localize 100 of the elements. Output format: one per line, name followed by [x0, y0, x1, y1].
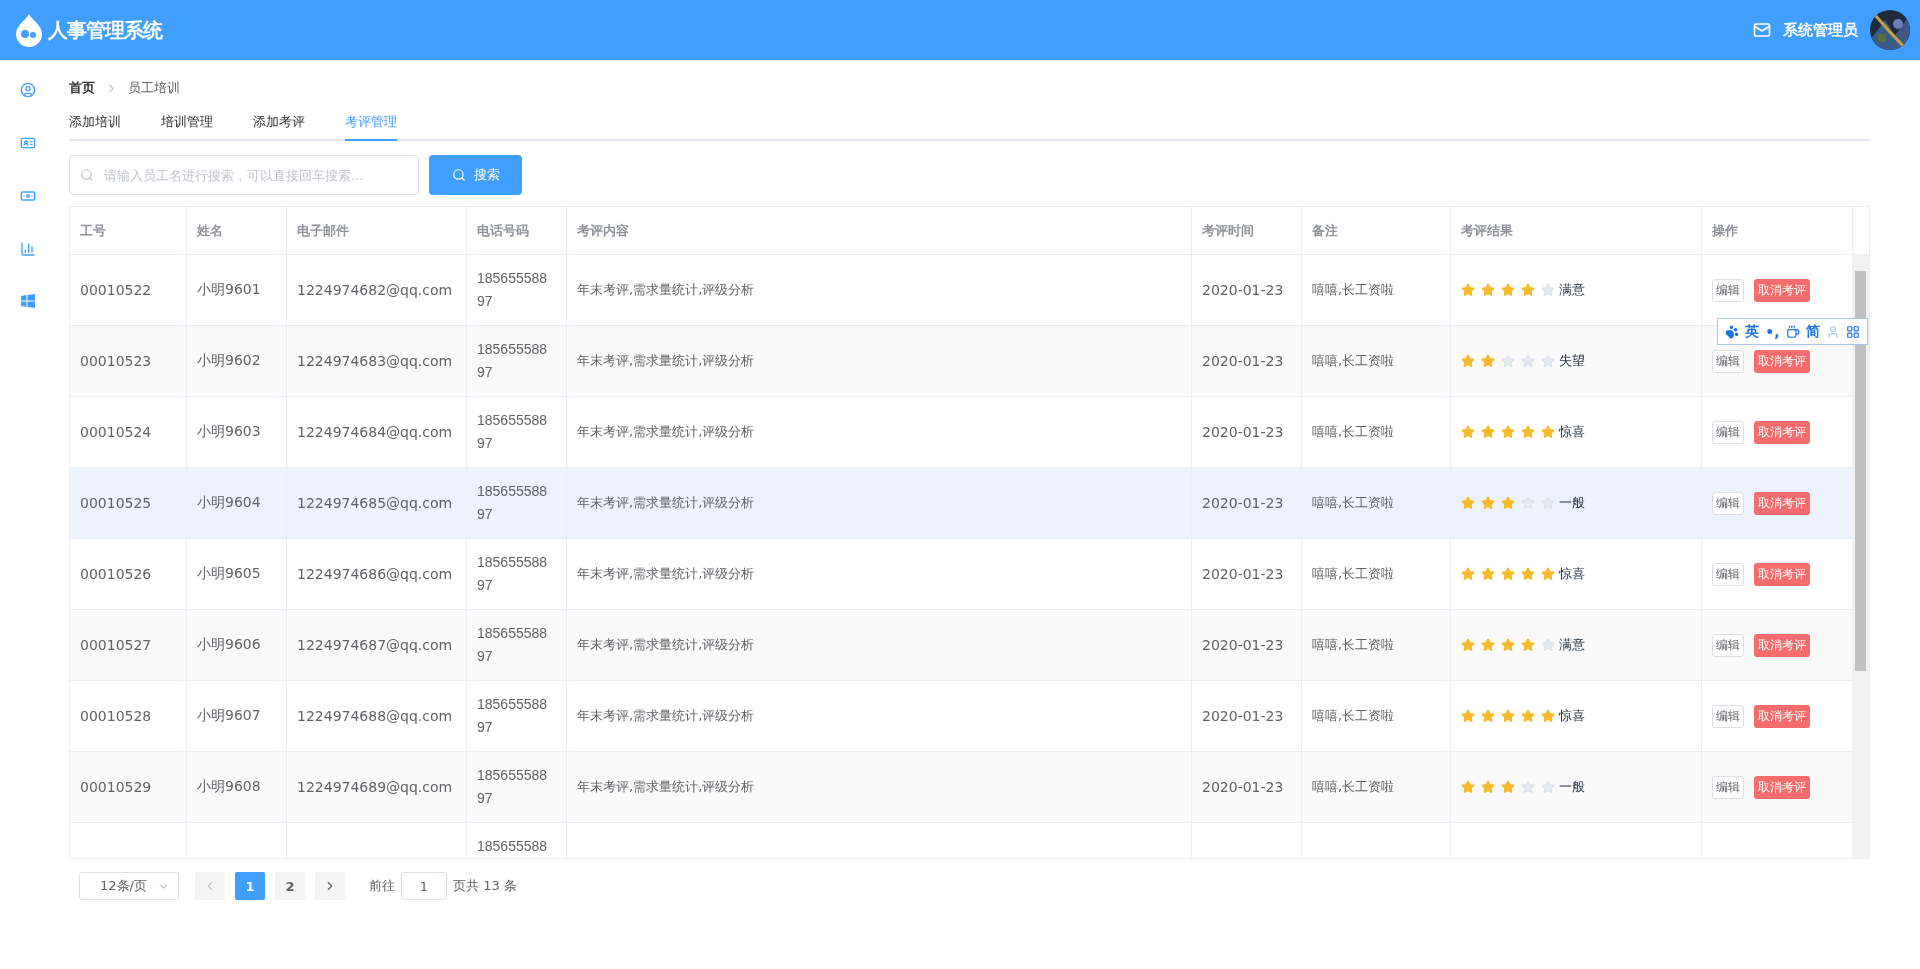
cancel-button[interactable]: 取消考评	[1754, 420, 1810, 444]
app-title: 人事管理系统	[48, 16, 162, 44]
table-cell: 1224974683@qq.com	[297, 353, 453, 369]
table-cell: 2020-01-23	[1202, 779, 1284, 795]
edit-button[interactable]: 编辑	[1712, 491, 1744, 515]
table-cell: 嘻嘻,长工资啦	[1312, 494, 1395, 512]
table-cell: 1224974684@qq.com	[297, 424, 453, 440]
edit-button[interactable]: 编辑	[1712, 704, 1744, 728]
table-cell: 嘻嘻,长工资啦	[1312, 778, 1395, 796]
table-cell: 小明9601	[197, 281, 261, 299]
cancel-button[interactable]: 取消考评	[1754, 562, 1810, 586]
edit-button[interactable]: 编辑	[1712, 349, 1744, 373]
table-cell: 1224974688@qq.com	[297, 708, 453, 724]
rating-text: 满意	[1559, 636, 1585, 654]
table-cell: 1224974689@qq.com	[297, 779, 453, 795]
table-cell: 2020-01-23	[1202, 282, 1284, 298]
goto-input[interactable]: 1	[401, 872, 447, 900]
table-cell: 小明9603	[197, 423, 261, 441]
rating-text: 失望	[1559, 352, 1585, 370]
column-header: 工号	[70, 207, 187, 254]
table-cell: 2020-01-23	[1202, 566, 1284, 582]
cancel-button[interactable]: 取消考评	[1754, 491, 1810, 515]
table-cell: 年末考评,需求量统计,评级分析	[577, 423, 755, 441]
breadcrumb-item[interactable]: 首页	[69, 79, 95, 97]
tab[interactable]: 考评管理	[345, 113, 397, 141]
rating-text: 一般	[1559, 494, 1585, 512]
table-cell: 2020-01-23	[1202, 495, 1284, 511]
table-cell: 嘻嘻,长工资啦	[1312, 352, 1395, 370]
table-cell-text: 18565558897	[477, 624, 549, 666]
table-cell: 00010528	[80, 708, 152, 724]
table-cell-text: 18565558897	[477, 340, 549, 382]
edit-button[interactable]: 编辑	[1712, 775, 1744, 799]
edit-button[interactable]: 编辑	[1712, 633, 1744, 657]
table-cell: 嘻嘻,长工资啦	[1312, 636, 1395, 654]
table-cell: 嘻嘻,长工资啦	[1312, 281, 1395, 299]
table-cell: 小明9608	[197, 778, 261, 796]
column-header: 考评时间	[1192, 207, 1302, 254]
column-header: 电子邮件	[287, 207, 467, 254]
rating-text: 惊喜	[1559, 707, 1585, 725]
ime-script[interactable]: 简	[1805, 322, 1820, 341]
column-header: 姓名	[187, 207, 287, 254]
table-cell: 小明9604	[197, 494, 261, 512]
tab[interactable]: 添加考评	[253, 113, 305, 141]
cancel-button[interactable]: 取消考评	[1754, 704, 1810, 728]
table-cell: 小明9606	[197, 636, 261, 654]
tab[interactable]: 培训管理	[161, 113, 213, 141]
table-cell: 小明9607	[197, 707, 261, 725]
table-cell: 年末考评,需求量统计,评级分析	[577, 778, 755, 796]
search-field[interactable]: 请输入员工名进行搜索，可以直接回车搜索...	[69, 155, 419, 195]
goto-label: 前往	[369, 877, 395, 895]
page-size-select[interactable]: 12条/页	[79, 872, 179, 900]
page-button[interactable]: 2	[275, 872, 305, 900]
table-cell: 年末考评,需求量统计,评级分析	[577, 707, 755, 725]
ime-punctuation[interactable]: •,	[1765, 323, 1780, 340]
table-cell: 嘻嘻,长工资啦	[1312, 565, 1395, 583]
table-cell: 嘻嘻,长工资啦	[1312, 423, 1395, 441]
cancel-button[interactable]: 取消考评	[1754, 349, 1810, 373]
table-cell-text: 18565558897	[477, 553, 549, 595]
table-cell: 2020-01-23	[1202, 353, 1284, 369]
table-cell: 2020-01-23	[1202, 708, 1284, 724]
table-cell: 2020-01-23	[1202, 637, 1284, 653]
table-cell: 1224974685@qq.com	[297, 495, 453, 511]
table-cell: 00010523	[80, 353, 152, 369]
table-cell: 00010522	[80, 282, 152, 298]
breadcrumb-item: 员工培训	[128, 79, 180, 97]
table-cell-text: 185655588	[477, 837, 549, 856]
rating-text: 满意	[1559, 281, 1585, 299]
cancel-button[interactable]: 取消考评	[1754, 775, 1810, 799]
table-cell: 年末考评,需求量统计,评级分析	[577, 636, 755, 654]
cancel-button[interactable]: 取消考评	[1754, 278, 1810, 302]
total-count: 页共 13 条	[453, 877, 517, 895]
ime-language[interactable]: 英	[1745, 322, 1760, 341]
table-cell: 小明9602	[197, 352, 261, 370]
table-cell: 嘻嘻,长工资啦	[1312, 707, 1395, 725]
table-cell: 00010529	[80, 779, 152, 795]
column-header: 备注	[1302, 207, 1451, 254]
column-header: 考评结果	[1451, 207, 1702, 254]
table-cell: 00010526	[80, 566, 152, 582]
rating-text: 惊喜	[1559, 423, 1585, 441]
table-cell: 00010524	[80, 424, 152, 440]
table-cell: 年末考评,需求量统计,评级分析	[577, 352, 755, 370]
table-cell-text: 18565558897	[477, 766, 549, 808]
tab[interactable]: 添加培训	[69, 113, 121, 141]
column-header: 操作	[1702, 207, 1853, 254]
cancel-button[interactable]: 取消考评	[1754, 633, 1810, 657]
table-cell-text: 18565558897	[477, 411, 549, 453]
edit-button[interactable]: 编辑	[1712, 278, 1744, 302]
table-cell-text: 18565558897	[477, 482, 549, 524]
edit-button[interactable]: 编辑	[1712, 562, 1744, 586]
table-cell: 1224974686@qq.com	[297, 566, 453, 582]
table-cell: 年末考评,需求量统计,评级分析	[577, 281, 755, 299]
edit-button[interactable]: 编辑	[1712, 420, 1744, 444]
column-header: 电话号码	[467, 207, 567, 254]
table-cell: 小明9605	[197, 565, 261, 583]
table-cell: 2020-01-23	[1202, 424, 1284, 440]
table-cell-text: 18565558897	[477, 695, 549, 737]
table-cell: 00010527	[80, 637, 152, 653]
table-cell: 00010525	[80, 495, 152, 511]
table-cell-text: 18565558897	[477, 269, 549, 311]
column-header: 考评内容	[567, 207, 1192, 254]
